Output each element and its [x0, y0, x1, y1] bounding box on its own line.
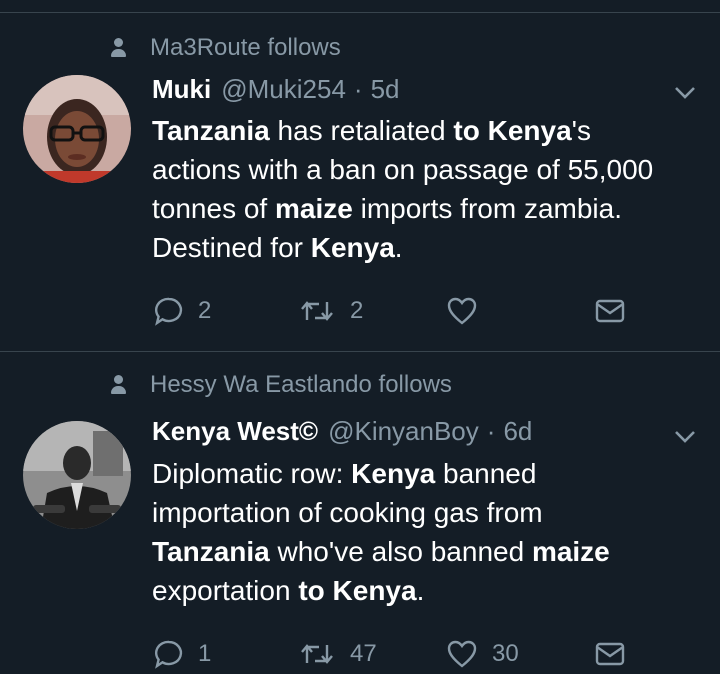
chevron-down-icon[interactable]	[672, 428, 698, 446]
separator-dot: ·	[486, 415, 496, 446]
tweet-text-bold: maize	[531, 536, 610, 567]
display-name[interactable]: Kenya West©	[152, 416, 318, 447]
reply-icon	[154, 639, 184, 669]
tweet-header: Kenya West© @KinyanBoy · 6d	[152, 414, 532, 448]
social-context-text: Ma3Route follows	[150, 34, 341, 61]
message-icon	[594, 640, 626, 668]
display-name[interactable]: Muki	[152, 74, 211, 105]
reply-button[interactable]: 1	[154, 636, 211, 672]
action-bar: 1 47 30	[150, 636, 630, 672]
retweet-button[interactable]: 2	[298, 293, 363, 329]
timestamp[interactable]: 5d	[371, 74, 400, 105]
action-bar: 2 2	[150, 293, 630, 329]
retweet-count: 47	[350, 640, 377, 667]
separator-dot: ·	[353, 73, 363, 104]
chevron-down-icon[interactable]	[672, 84, 698, 102]
tweet-text-run: 's	[571, 115, 592, 146]
tweet-text-run: Destined for	[152, 232, 311, 263]
tweet-text: Tanzania has retaliated to Kenya's action…	[152, 111, 712, 267]
like-button[interactable]	[446, 293, 492, 329]
reply-button[interactable]: 2	[154, 293, 211, 329]
tweet-text-run: exportation	[152, 575, 299, 606]
handle[interactable]: @KinyanBoy	[328, 416, 479, 447]
tweet-header: Muki @Muki254 · 5d	[152, 72, 400, 106]
heart-icon	[446, 296, 478, 326]
like-button[interactable]: 30	[446, 636, 519, 672]
retweet-button[interactable]: 47	[298, 636, 377, 672]
person-icon	[110, 37, 128, 59]
reply-count: 1	[198, 640, 212, 667]
tweet-text-bold: Tanzania	[152, 536, 270, 567]
direct-message-button[interactable]	[594, 293, 626, 329]
direct-message-button[interactable]	[594, 636, 626, 672]
message-icon	[594, 297, 626, 325]
social-context-text: Hessy Wa Eastlando follows	[150, 371, 452, 398]
retweet-icon	[298, 639, 336, 669]
tweet-text-bold: to Kenya	[453, 115, 572, 146]
tweet-text-run: Diplomatic row:	[152, 458, 352, 489]
tweet-text-bold: maize	[274, 193, 353, 224]
tweet-text-bold: to Kenya	[298, 575, 417, 606]
tweet-text-run: .	[394, 232, 403, 263]
person-icon	[110, 374, 128, 396]
like-count: 30	[492, 640, 519, 667]
avatar[interactable]	[23, 75, 131, 183]
reply-icon	[154, 296, 184, 326]
social-context: Ma3Route follows	[110, 33, 341, 63]
tweet-divider	[0, 351, 720, 352]
avatar[interactable]	[23, 421, 131, 529]
reply-count: 2	[198, 297, 212, 324]
tweet-text-bold: Kenya	[310, 232, 395, 263]
tweet-text-bold: Tanzania	[152, 115, 270, 146]
tweet-text-run: importation of cooking gas from	[152, 497, 543, 528]
handle[interactable]: @Muki254	[221, 74, 346, 105]
tweet-text-run: has retaliated	[269, 115, 454, 146]
tweet-text-run: who've also banned	[269, 536, 532, 567]
top-divider	[0, 12, 720, 13]
tweet-text-run: actions with a ban on passage of 55,000	[152, 154, 654, 185]
tweet-text-bold: Kenya	[351, 458, 436, 489]
tweet-text-run: .	[416, 575, 425, 606]
retweet-icon	[298, 296, 336, 326]
heart-icon	[446, 639, 478, 669]
social-context: Hessy Wa Eastlando follows	[110, 370, 452, 400]
tweet-text-run: imports from zambia.	[352, 193, 622, 224]
tweet-text-run: banned	[435, 458, 537, 489]
tweet-text: Diplomatic row: Kenya banned importation …	[152, 454, 712, 610]
timestamp[interactable]: 6d	[503, 416, 532, 447]
tweet-text-run: tonnes of	[152, 193, 275, 224]
retweet-count: 2	[350, 297, 364, 324]
